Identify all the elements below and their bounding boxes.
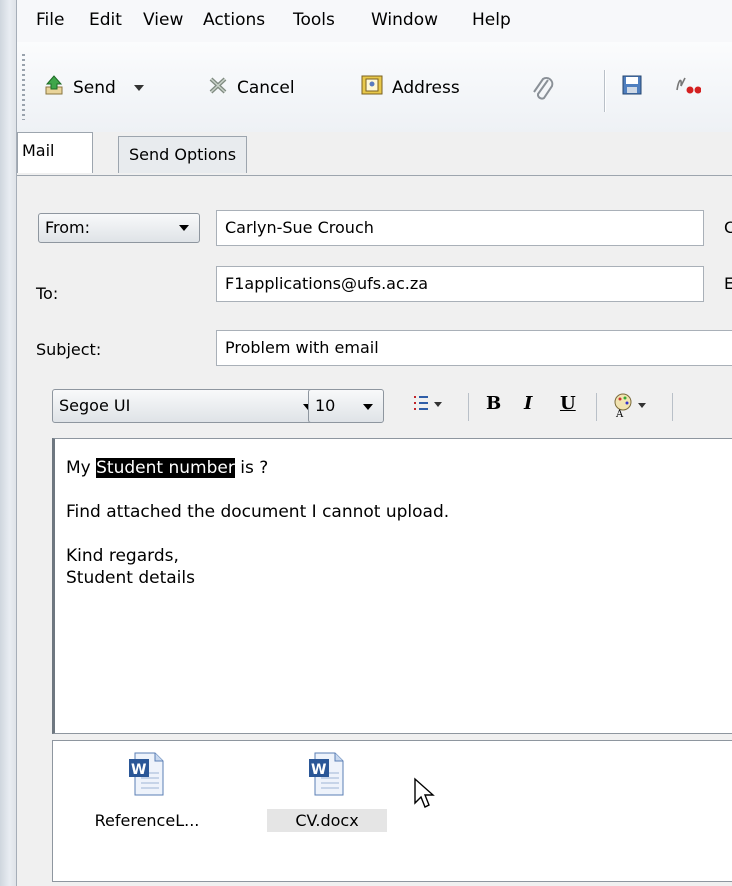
font-size-dropdown-icon xyxy=(363,404,373,410)
message-body-editor[interactable]: My Student number is ? Find attached the… xyxy=(52,438,732,734)
cancel-icon xyxy=(207,74,229,101)
tab-strip: Mail Send Options xyxy=(17,132,732,176)
to-field[interactable]: F1applications@ufs.ac.za xyxy=(216,266,704,302)
bold-button[interactable]: B xyxy=(486,393,501,414)
from-field[interactable]: Carlyn-Sue Crouch xyxy=(216,210,704,246)
to-label: To: xyxy=(36,284,59,303)
italic-button[interactable]: I xyxy=(524,393,532,414)
toolbar-separator xyxy=(604,70,606,112)
svg-text:W: W xyxy=(311,762,326,778)
word-document-icon: W xyxy=(307,752,347,801)
paperclip-icon xyxy=(530,74,556,109)
body-line-1: My Student number is ? xyxy=(66,457,732,479)
attachment-item[interactable]: W ReferenceL... xyxy=(77,751,217,832)
font-size-select[interactable]: 10 xyxy=(308,389,384,423)
attachment-name: CV.docx xyxy=(267,809,387,832)
bcc-label-partial: E xyxy=(724,274,732,293)
send-dropdown-icon[interactable] xyxy=(133,84,144,91)
word-document-icon: W xyxy=(127,752,167,801)
list-button[interactable] xyxy=(412,393,446,421)
signature-icon xyxy=(673,74,702,101)
toolbar-grip[interactable] xyxy=(22,54,25,120)
underline-button[interactable]: U xyxy=(560,393,576,414)
mouse-cursor-icon xyxy=(413,777,435,815)
svg-text:A: A xyxy=(615,409,624,419)
format-toolbar: Segoe UI 10 B I U A xyxy=(34,387,732,433)
cc-label-partial: C xyxy=(724,218,732,237)
font-family-value: Segoe UI xyxy=(59,396,131,415)
signature-button[interactable] xyxy=(673,74,709,101)
format-separator-3 xyxy=(672,393,673,421)
send-icon xyxy=(43,74,65,101)
body-line-1-pre: My xyxy=(66,458,97,478)
subject-label: Subject: xyxy=(36,340,102,359)
menu-file[interactable]: File xyxy=(36,10,64,30)
format-separator xyxy=(468,393,469,421)
highlight-color-button[interactable]: A xyxy=(612,391,652,423)
from-dropdown-icon xyxy=(179,225,189,231)
menu-bar: File Edit View Actions Tools Window Help xyxy=(17,0,732,43)
body-line-1-post: is ? xyxy=(234,458,269,478)
body-line-2: Find attached the document I cannot uplo… xyxy=(66,502,450,522)
menu-edit[interactable]: Edit xyxy=(89,10,122,30)
svg-text:W: W xyxy=(131,762,146,778)
attachment-panel: W ReferenceL... W CV.docx xyxy=(52,740,732,882)
toolbar: Send Cancel Address xyxy=(17,42,732,133)
font-family-select[interactable]: Segoe UI xyxy=(52,389,330,423)
highlight-color-icon: A xyxy=(612,393,652,423)
menu-help[interactable]: Help xyxy=(472,10,511,30)
menu-window[interactable]: Window xyxy=(371,10,438,30)
compose-window: File Edit View Actions Tools Window Help… xyxy=(0,0,732,886)
save-button[interactable] xyxy=(621,74,651,101)
body-line-3: Kind regards, xyxy=(66,546,179,566)
cancel-button[interactable]: Cancel xyxy=(207,74,295,101)
from-dropdown[interactable]: From: xyxy=(38,213,200,243)
cancel-label: Cancel xyxy=(237,77,295,98)
window-left-border xyxy=(0,0,17,886)
send-button[interactable]: Send xyxy=(43,74,144,101)
from-label: From: xyxy=(45,218,91,237)
format-separator-2 xyxy=(596,393,597,421)
attachment-item-selected[interactable]: W CV.docx xyxy=(267,751,387,832)
menu-view[interactable]: View xyxy=(143,10,183,30)
menu-tools[interactable]: Tools xyxy=(293,10,335,30)
address-book-icon xyxy=(360,74,384,101)
highlighted-text: Student number xyxy=(96,458,235,478)
tab-send-options[interactable]: Send Options xyxy=(118,136,248,173)
address-label: Address xyxy=(392,77,460,98)
font-size-value: 10 xyxy=(315,396,336,415)
address-button[interactable]: Address xyxy=(360,74,460,101)
save-icon xyxy=(621,74,643,101)
attachment-name: ReferenceL... xyxy=(94,811,200,830)
menu-actions[interactable]: Actions xyxy=(203,10,265,30)
body-line-4: Student details xyxy=(66,568,195,588)
tab-mail[interactable]: Mail xyxy=(17,132,93,173)
subject-field[interactable]: Problem with email xyxy=(216,330,732,366)
list-icon xyxy=(412,396,446,421)
send-label: Send xyxy=(73,77,116,98)
attach-button[interactable] xyxy=(530,74,564,109)
